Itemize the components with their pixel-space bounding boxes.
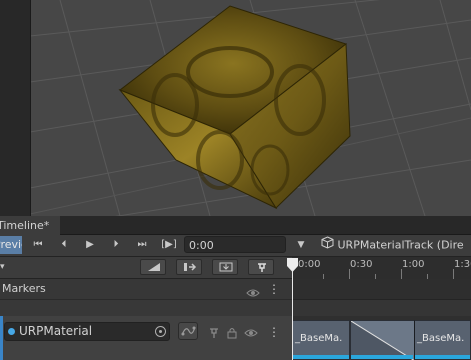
markers-label: Markers (2, 282, 46, 295)
scene-view[interactable] (0, 0, 471, 216)
snap-toggle-button[interactable] (140, 259, 166, 275)
material-track-header[interactable]: URPMaterial ⋮ (0, 316, 292, 360)
clip-label: _BaseMa. (417, 333, 465, 344)
clip-progress-bar (293, 355, 349, 359)
clip[interactable]: _BaseMa. (292, 320, 350, 360)
timeline-window: Timeline* Preview ⏮ ⏴ ▶ ⏵ ⏭ [▶] 0:00 ▼ U… (0, 216, 471, 360)
clip-progress-bar (415, 355, 470, 359)
track-color-bar (0, 316, 3, 360)
scene-side-panel (0, 0, 31, 216)
current-time-field[interactable]: 0:00 (184, 236, 286, 253)
preview-button[interactable]: Preview (0, 236, 22, 254)
markers-menu-icon[interactable]: ⋮ (268, 282, 280, 296)
tab-timeline-label: Timeline* (0, 219, 50, 232)
markers-lane[interactable] (292, 279, 471, 300)
ruler-tick (453, 269, 454, 279)
play-icon[interactable]: ▶ (79, 236, 101, 254)
insert-mode-button[interactable] (212, 259, 238, 275)
clip-area-spacer (292, 300, 471, 316)
time-ruler[interactable]: 0:00 0:30 1:00 1:30 (292, 257, 471, 280)
ruler-tick (401, 269, 402, 279)
curves-toggle-button[interactable] (178, 322, 198, 340)
go-to-start-icon[interactable]: ⏮ (27, 236, 49, 254)
clip-label: _BaseMa. (295, 333, 343, 344)
markers-track-header[interactable]: Markers ⋮ (0, 279, 292, 300)
playhead-line (292, 270, 293, 360)
timeline-tabbar: Timeline* (0, 216, 471, 235)
ripple-mode-button[interactable] (176, 259, 202, 275)
ruler-label: 0:30 (350, 259, 373, 270)
mute-eye-icon[interactable] (244, 324, 258, 343)
preview-button-label: Preview (0, 238, 22, 251)
timeline-asset-selector[interactable]: URPMaterialTrack (Dire (321, 236, 464, 254)
track-menu-icon[interactable]: ⋮ (268, 325, 280, 339)
track-list-spacer (0, 300, 292, 316)
timeline-asset-label: URPMaterialTrack (Dire (337, 238, 464, 252)
pin-track-icon[interactable] (208, 324, 220, 343)
lock-icon[interactable] (226, 324, 238, 343)
timeline-toolbar: Preview ⏮ ⏴ ▶ ⏵ ⏭ [▶] 0:00 ▼ URPMaterial… (0, 235, 471, 257)
playhead-handle[interactable] (287, 257, 298, 276)
pin-button[interactable] (248, 259, 274, 275)
cube-object[interactable] (118, 5, 351, 210)
track-binding-label: URPMaterial (19, 324, 93, 338)
ruler-label: 1:30 (454, 259, 471, 270)
previous-frame-icon[interactable]: ⏴ (53, 236, 75, 254)
time-format-dropdown-icon[interactable]: ▼ (294, 236, 308, 254)
go-to-end-icon[interactable]: ⏭ (131, 236, 153, 254)
ruler-tick (349, 269, 350, 279)
scene-grid (29, 0, 471, 216)
clip[interactable]: _BaseMa. (414, 320, 471, 360)
ruler-label: 1:00 (402, 259, 425, 270)
cube-icon (321, 236, 334, 255)
clip-progress-bar (351, 355, 413, 359)
object-picker-icon[interactable] (155, 326, 166, 337)
ruler-label: 0:00 (298, 259, 321, 270)
track-binding-field[interactable]: URPMaterial (4, 322, 170, 341)
material-track-lane[interactable]: _BaseMa. _BaseMa. (292, 316, 471, 360)
add-track-dropdown-icon[interactable]: ▾ (0, 259, 18, 275)
blend-region[interactable] (350, 320, 415, 360)
tab-timeline[interactable]: Timeline* (0, 216, 60, 235)
play-range-icon[interactable]: [▶] (157, 236, 181, 254)
material-object-icon (8, 328, 15, 335)
next-frame-icon[interactable]: ⏵ (105, 236, 127, 254)
